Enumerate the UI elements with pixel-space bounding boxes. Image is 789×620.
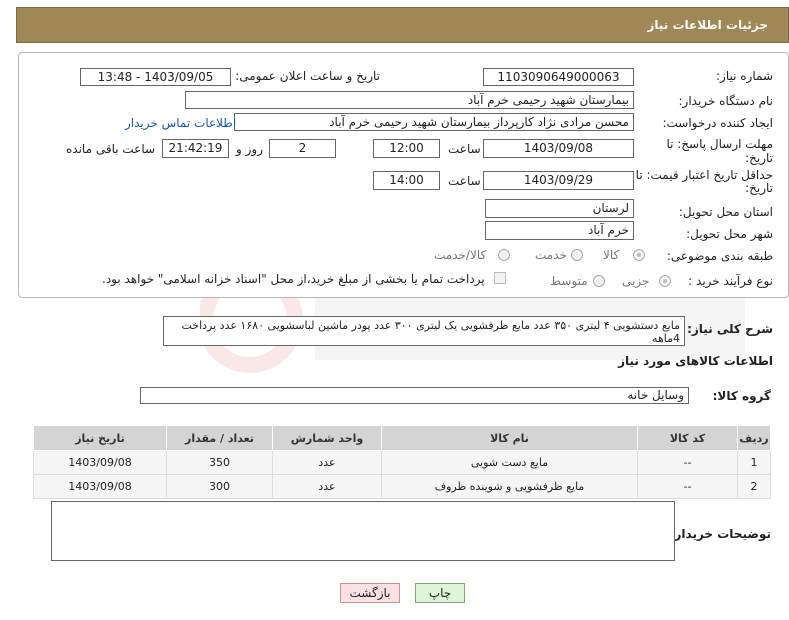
table-row: 1 -- مایع دست شویی عدد 350 1403/09/08 <box>33 450 771 475</box>
buyer-notes-field <box>51 501 675 561</box>
requester-field: محسن مرادی نژاد کارپرداز بیمارستان شهید … <box>234 113 634 131</box>
treasury-payment-checkbox[interactable] <box>494 272 506 284</box>
col-row: ردیف <box>737 425 771 451</box>
item-name: مایع دست شویی <box>381 450 638 475</box>
col-code: کد کالا <box>637 425 738 451</box>
description-label: شرح کلی نیاز: <box>687 322 773 336</box>
reply-time-label: ساعت <box>448 142 481 156</box>
price-validity-label: حداقل تاریخ اعتبار قیمت: تا <box>635 168 773 182</box>
goods-group-label: گروه کالا: <box>712 389 771 403</box>
buyer-notes-label: توضیحات خریدار: <box>669 527 771 541</box>
category-option-goods: کالا <box>603 248 620 262</box>
process-radio-minor[interactable] <box>659 275 671 287</box>
buyer-org-field: بیمارستان شهید رحیمی خرم آباد <box>185 91 634 109</box>
goods-table-header: ردیف کد کالا نام کالا واحد شمارش تعداد /… <box>33 425 771 451</box>
page-header: جزئیات اطلاعات نیاز <box>16 7 789 43</box>
process-option-medium: متوسط <box>550 274 588 288</box>
col-qty: تعداد / مقدار <box>166 425 273 451</box>
process-radio-medium[interactable] <box>593 275 605 287</box>
province-label: استان محل تحویل: <box>678 205 773 219</box>
item-need-date: 1403/09/08 <box>33 450 167 475</box>
price-validity-label-date: تاریخ: <box>745 181 773 195</box>
announce-field: 1403/09/05 - 13:48 <box>80 68 231 86</box>
announce-label: تاریخ و ساعت اعلان عمومی: <box>235 69 380 83</box>
item-qty: 350 <box>166 450 273 475</box>
buyer-contact-link[interactable]: اطلاعات تماس خریدار <box>125 116 236 130</box>
need-number-label: شماره نیاز: <box>716 69 773 83</box>
col-name: نام کالا <box>381 425 638 451</box>
category-radio-goods-service[interactable] <box>498 249 510 261</box>
item-need-date: 1403/09/08 <box>33 474 167 499</box>
category-radio-goods[interactable] <box>633 249 645 261</box>
item-code: -- <box>637 474 738 499</box>
item-unit: عدد <box>272 474 382 499</box>
item-code: -- <box>637 450 738 475</box>
reply-time-field: 12:00 <box>373 139 440 158</box>
print-button[interactable]: چاپ <box>415 583 465 603</box>
item-name: مایع ظرفشویی و شوینده ظروف <box>381 474 638 499</box>
row-index: 2 <box>737 474 771 499</box>
price-validity-time-label: ساعت <box>448 174 481 188</box>
city-field: خرم آباد <box>485 221 634 240</box>
price-validity-date-field: 1403/09/29 <box>483 171 634 190</box>
process-option-minor: جزیی <box>622 274 650 288</box>
goods-table: ردیف کد کالا نام کالا واحد شمارش تعداد /… <box>33 425 771 499</box>
page-title: جزئیات اطلاعات نیاز <box>647 18 768 32</box>
remaining-label: ساعت باقی مانده <box>66 142 156 156</box>
col-unit: واحد شمارش <box>272 425 382 451</box>
price-validity-time-field: 14:00 <box>373 171 440 190</box>
requester-label: ایجاد کننده درخواست: <box>662 116 773 130</box>
process-label: نوع فرآیند خرید : <box>688 274 773 288</box>
days-label: روز و <box>236 142 263 156</box>
province-field: لرستان <box>485 199 634 218</box>
city-label: شهر محل تحویل: <box>686 227 773 241</box>
reply-date-field: 1403/09/08 <box>483 139 634 158</box>
col-need-date: تاریخ نیاز <box>33 425 167 451</box>
remaining-days-field: 2 <box>269 139 336 158</box>
category-label: طبقه بندی موضوعی: <box>666 249 773 263</box>
description-field: مایع دستشویی ۴ لیتری ۳۵۰ عدد مایع ظرفشوی… <box>163 316 685 346</box>
category-radio-service[interactable] <box>571 249 583 261</box>
category-option-service: خدمت <box>535 248 567 262</box>
item-unit: عدد <box>272 450 382 475</box>
category-option-goods-service: کالا/خدمت <box>434 248 487 262</box>
table-row: 2 -- مایع ظرفشویی و شوینده ظروف عدد 300 … <box>33 474 771 499</box>
goods-section-title: اطلاعات کالاهای مورد نیاز <box>618 354 773 368</box>
item-qty: 300 <box>166 474 273 499</box>
need-number-field: 1103090649000063 <box>483 68 634 86</box>
row-index: 1 <box>737 450 771 475</box>
reply-deadline-label: مهلت ارسال پاسخ: تا <box>666 137 773 151</box>
goods-group-field: وسایل خانه <box>140 387 689 404</box>
reply-deadline-label-date: تاریخ: <box>745 151 773 165</box>
treasury-payment-note: پرداخت تمام یا بخشی از مبلغ خرید،از محل … <box>102 272 485 286</box>
remaining-time-field: 21:42:19 <box>162 139 229 158</box>
buyer-org-label: نام دستگاه خریدار: <box>678 94 774 108</box>
back-button[interactable]: بازگشت <box>340 583 400 603</box>
